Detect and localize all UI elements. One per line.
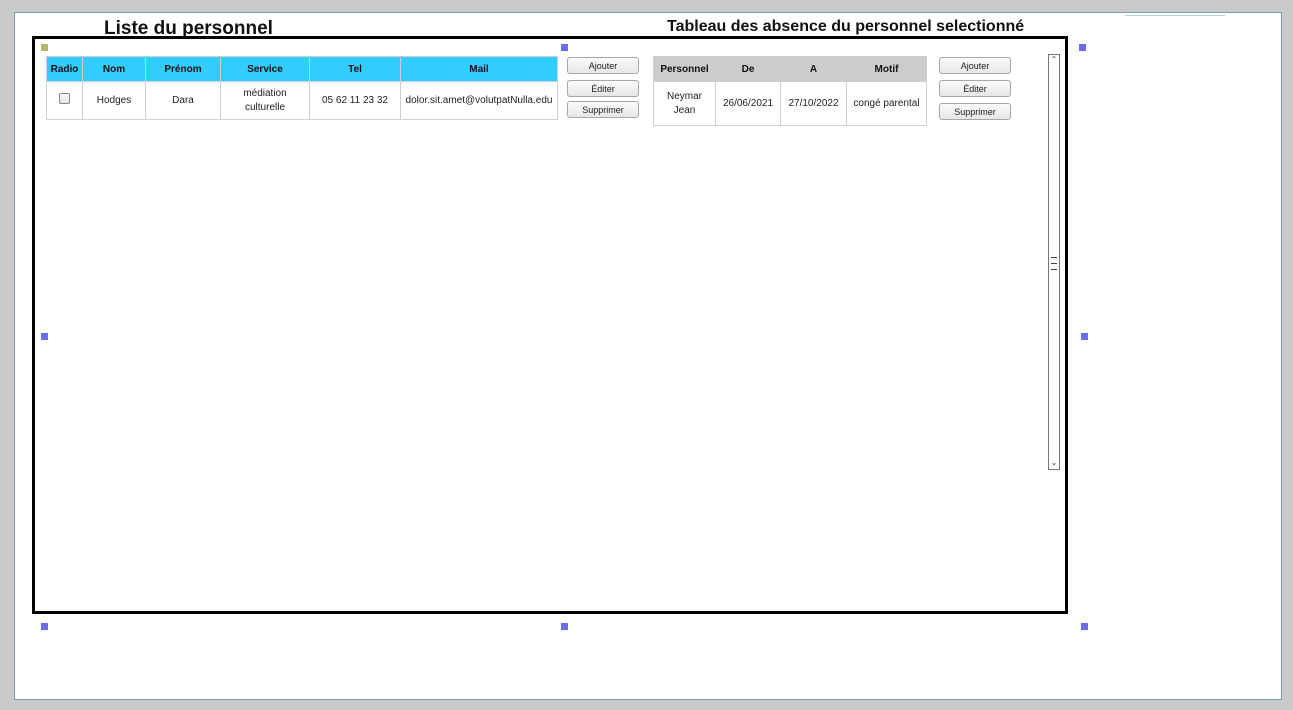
resize-handle-bottom-right[interactable] [1081, 623, 1088, 630]
scroll-grip-icon[interactable] [1051, 257, 1057, 258]
personnel-line-2: Jean [673, 104, 696, 116]
personnel-delete-button[interactable]: Supprimer [567, 101, 639, 118]
resize-handle-left[interactable] [41, 333, 48, 340]
personnel-add-button[interactable]: Ajouter [567, 57, 639, 74]
col-header-prenom[interactable]: Prénom [145, 56, 221, 82]
service-line-1: médiation [243, 87, 287, 99]
radio-cell[interactable] [46, 81, 83, 120]
col-header-personnel[interactable]: Personnel [653, 56, 716, 82]
table-row[interactable]: Hodges Dara médiation culturelle 05 62 1… [46, 81, 558, 120]
scroll-up-icon[interactable]: ⌃ [1049, 55, 1059, 65]
resize-handle-top[interactable] [561, 44, 568, 51]
absence-delete-button[interactable]: Supprimer [939, 103, 1011, 120]
personnel-cell: Neymar Jean [653, 81, 716, 126]
scroll-grip-icon[interactable] [1051, 263, 1057, 264]
col-header-de[interactable]: De [715, 56, 781, 82]
absence-edit-button[interactable]: Éditer [939, 80, 1011, 97]
table-row[interactable]: Neymar Jean 26/06/2021 27/10/2022 congé … [653, 81, 927, 126]
service-line-2: culturelle [244, 101, 286, 113]
absence-table-title: Tableau des absence du personnel selecti… [667, 18, 1025, 35]
col-header-tel[interactable]: Tel [309, 56, 401, 82]
col-header-service[interactable]: Service [220, 56, 310, 82]
checkbox-icon[interactable] [59, 92, 70, 104]
resize-handle-bottom-left[interactable] [41, 623, 48, 630]
resize-handle-top-right[interactable] [1079, 44, 1086, 51]
service-cell: médiation culturelle [220, 81, 310, 120]
absence-table: Personnel De A Motif Neymar Jean 26/06/2… [653, 56, 927, 126]
selected-container-frame[interactable]: Radio Nom Prénom Service Tel Mail Hodges… [32, 36, 1068, 614]
de-cell: 26/06/2021 [715, 81, 781, 126]
personnel-edit-button[interactable]: Éditer [567, 80, 639, 97]
tel-cell: 05 62 11 23 32 [309, 81, 401, 120]
col-header-radio[interactable]: Radio [46, 56, 83, 82]
vertical-scrollbar[interactable]: ⌃ ⌄ [1048, 54, 1060, 470]
resize-handle-top-left[interactable] [41, 44, 48, 51]
col-header-a[interactable]: A [780, 56, 847, 82]
col-header-nom[interactable]: Nom [82, 56, 146, 82]
scroll-down-icon[interactable]: ⌄ [1049, 458, 1059, 468]
ruler-line [1125, 15, 1225, 16]
nom-cell: Hodges [82, 81, 146, 120]
personnel-line-1: Neymar [666, 90, 702, 102]
motif-cell: congé parental [846, 81, 927, 126]
resize-handle-right[interactable] [1081, 333, 1088, 340]
personnel-table: Radio Nom Prénom Service Tel Mail Hodges… [46, 56, 558, 120]
col-header-mail[interactable]: Mail [400, 56, 558, 82]
absence-add-button[interactable]: Ajouter [939, 57, 1011, 74]
mail-cell: dolor.sit.amet@volutpatNulla.edu [400, 81, 558, 120]
prenom-cell: Dara [145, 81, 221, 120]
resize-handle-bottom[interactable] [561, 623, 568, 630]
scroll-grip-icon[interactable] [1051, 269, 1057, 270]
a-cell: 27/10/2022 [780, 81, 847, 126]
col-header-motif[interactable]: Motif [846, 56, 927, 82]
